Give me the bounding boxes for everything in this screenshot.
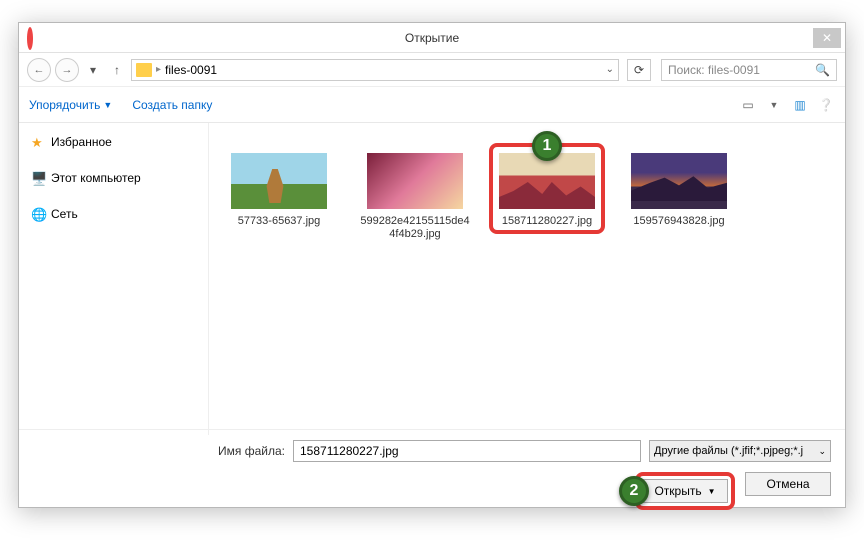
opera-icon	[27, 30, 43, 46]
annotation-marker-1: 1	[532, 131, 562, 161]
file-open-dialog: Открытие ✕ ← → ▾ ↑ ▸ files-0091 ⌄ ⟳ Поис…	[18, 22, 846, 508]
sidebar-network[interactable]: 🌐 Сеть	[25, 203, 202, 225]
file-name: 57733-65637.jpg	[238, 215, 321, 228]
filetype-dropdown[interactable]: Другие файлы (*.jfif;*.pjpeg;*.j ⌄	[649, 440, 831, 462]
footer: Имя файла: Другие файлы (*.jfif;*.pjpeg;…	[19, 429, 845, 507]
back-button[interactable]: ←	[27, 58, 51, 82]
nav-bar: ← → ▾ ↑ ▸ files-0091 ⌄ ⟳ Поиск: files-00…	[19, 53, 845, 87]
view-options-button[interactable]: ▭	[739, 96, 757, 114]
breadcrumb-bar[interactable]: ▸ files-0091 ⌄	[131, 59, 619, 81]
up-button[interactable]: ↑	[107, 60, 127, 80]
sidebar-favorites[interactable]: ★ Избранное	[25, 131, 202, 153]
sidebar: ★ Избранное 🖥️ Этот компьютер 🌐 Сеть	[19, 123, 209, 435]
file-thumbnail	[367, 153, 463, 209]
breadcrumb-folder[interactable]: files-0091	[165, 63, 217, 77]
search-placeholder: Поиск: files-0091	[668, 63, 760, 77]
preview-pane-button[interactable]: ▥	[791, 96, 809, 114]
file-item[interactable]: 57733-65637.jpg	[221, 153, 337, 228]
annotation-marker-2: 2	[619, 476, 649, 506]
file-item[interactable]: 599282e42155115de44f4b29.jpg	[357, 153, 473, 241]
file-item[interactable]: 159576943828.jpg	[621, 153, 737, 228]
title-bar: Открытие ✕	[19, 23, 845, 53]
chevron-down-icon: ⌄	[818, 446, 826, 457]
file-thumbnail	[231, 153, 327, 209]
search-icon: 🔍	[815, 63, 830, 77]
sidebar-this-pc[interactable]: 🖥️ Этот компьютер	[25, 167, 202, 189]
folder-icon	[136, 63, 152, 77]
organize-menu[interactable]: Упорядочить ▼	[29, 98, 112, 112]
file-thumbnail	[499, 153, 595, 209]
filename-label: Имя файла:	[218, 444, 285, 458]
chevron-down-icon: ▼	[103, 100, 112, 110]
network-icon: 🌐	[31, 207, 45, 221]
chevron-down-icon[interactable]: ⌄	[606, 64, 614, 75]
cancel-button[interactable]: Отмена	[745, 472, 831, 496]
dialog-title: Открытие	[51, 31, 813, 45]
file-item-selected[interactable]: 1 158711280227.jpg	[489, 143, 605, 234]
star-icon: ★	[31, 135, 45, 149]
open-button[interactable]: Открыть ▼	[642, 479, 728, 503]
file-name: 599282e42155115de44f4b29.jpg	[360, 215, 470, 241]
chevron-right-icon: ▸	[156, 64, 161, 75]
toolbar: Упорядочить ▼ Создать папку ▭ ▼ ▥ ❔	[19, 87, 845, 123]
computer-icon: 🖥️	[31, 171, 45, 185]
refresh-button[interactable]: ⟳	[627, 59, 651, 81]
close-button[interactable]: ✕	[813, 28, 841, 48]
file-list: 57733-65637.jpg 599282e42155115de44f4b29…	[209, 123, 845, 435]
forward-button[interactable]: →	[55, 58, 79, 82]
view-dropdown-button[interactable]: ▼	[765, 96, 783, 114]
file-name: 158711280227.jpg	[502, 215, 592, 228]
new-folder-button[interactable]: Создать папку	[132, 98, 212, 112]
file-name: 159576943828.jpg	[633, 215, 724, 228]
search-input[interactable]: Поиск: files-0091 🔍	[661, 59, 837, 81]
filename-input[interactable]	[293, 440, 641, 462]
split-chevron-icon: ▼	[708, 487, 716, 496]
recent-dropdown[interactable]: ▾	[83, 60, 103, 80]
file-thumbnail	[631, 153, 727, 209]
help-button[interactable]: ❔	[817, 96, 835, 114]
